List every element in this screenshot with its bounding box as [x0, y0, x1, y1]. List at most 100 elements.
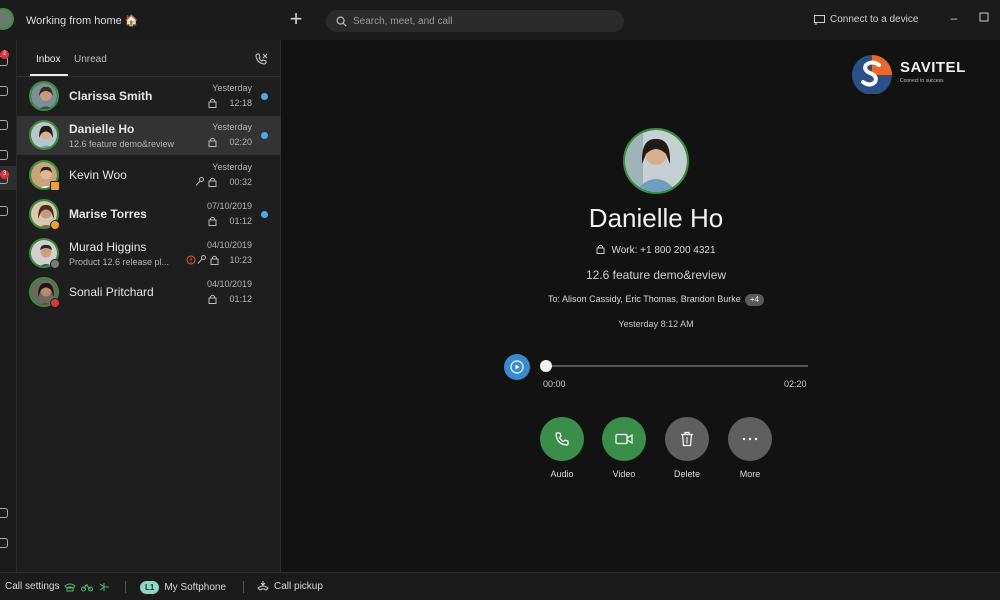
rail-help-icon[interactable]: [0, 538, 8, 548]
avatar: [29, 81, 59, 111]
title-bar: Working from home 🏠 + Connect to a devic…: [0, 0, 1000, 40]
lock-icon: [596, 244, 605, 254]
contact-name-heading: Danielle Ho: [588, 203, 724, 233]
rail-calling-icon[interactable]: [0, 150, 8, 160]
message-row-danielle-ho[interactable]: Danielle Ho 12.6 feature demo&review Yes…: [17, 116, 281, 155]
lock-icon: [208, 137, 217, 147]
presence-badge: [50, 298, 60, 308]
key-icon: [195, 177, 204, 186]
lock-icon: [208, 216, 217, 226]
lock-icon: [208, 98, 217, 108]
key-icon: [197, 255, 206, 264]
message-timestamp: Yesterday 8:12 AM: [618, 319, 694, 329]
more-recipients-badge[interactable]: +4: [744, 294, 764, 306]
phone-icon: [555, 432, 569, 446]
rail-teams-icon[interactable]: [0, 86, 8, 96]
trash-icon: [681, 431, 693, 447]
unread-indicator: [261, 93, 268, 100]
total-time: 02:20: [784, 379, 807, 389]
video-camera-icon: [615, 433, 633, 445]
contact-name: Marise Torres: [69, 207, 147, 221]
presence-badge: [50, 181, 60, 191]
call-settings-label: Call settings: [5, 581, 60, 592]
unread-indicator: [261, 211, 268, 218]
ellipsis-icon: [742, 437, 758, 441]
search-input[interactable]: [353, 15, 603, 27]
rail-contacts-icon[interactable]: [0, 120, 8, 130]
maximize-icon: [979, 12, 989, 22]
contact-work-number[interactable]: Work: +1 800 200 4321: [282, 244, 1000, 256]
navigation-rail: 2 3: [0, 40, 17, 572]
message-time: 01:12: [229, 294, 252, 304]
tab-active-underline: [30, 74, 68, 76]
message-time: 00:32: [229, 177, 252, 187]
presence-badge: [50, 259, 60, 269]
rail-settings-icon[interactable]: [0, 508, 8, 518]
work-number-text: Work: +1 800 200 4321: [611, 245, 716, 256]
status-bar: Call settings L1 My Softphone Call picku…: [0, 572, 1000, 600]
playback-scrubber[interactable]: [540, 360, 552, 372]
playback-track[interactable]: [546, 365, 808, 367]
message-row-murad-higgins[interactable]: Murad Higgins Product 12.6 release pl...…: [17, 234, 281, 273]
delete-label: Delete: [673, 469, 700, 479]
contact-name: Murad Higgins: [69, 240, 147, 254]
message-time: 01:12: [229, 216, 252, 226]
voicemail-list-panel: Inbox Unread Clarissa Smith Yesterday 12…: [17, 40, 281, 572]
softphone-label: My Softphone: [164, 582, 227, 593]
status-label[interactable]: Working from home 🏠: [26, 14, 139, 27]
message-row-kevin-woo[interactable]: Kevin Woo Yesterday 00:32: [17, 156, 281, 195]
call-pickup-button[interactable]: Call pickup: [257, 581, 323, 592]
elapsed-time: 00:00: [543, 379, 566, 389]
lock-icon: [210, 255, 219, 265]
user-avatar[interactable]: [0, 8, 14, 30]
logo-name: SAVITEL: [900, 59, 966, 76]
message-date: 07/10/2019: [206, 201, 252, 211]
tab-inbox[interactable]: Inbox: [36, 54, 60, 65]
connect-device-button[interactable]: Connect to a device: [814, 14, 918, 25]
search-icon: [336, 16, 347, 27]
minimize-button[interactable]: –: [948, 12, 960, 24]
recipients: To: Alison Cassidy, Eric Thomas, Brandon…: [282, 294, 1000, 306]
recipients-list: To: Alison Cassidy, Eric Thomas, Brandon…: [548, 294, 741, 304]
message-time: 02:20: [229, 137, 252, 147]
urgent-icon: [186, 255, 196, 265]
softphone-line-button[interactable]: L1 My Softphone: [140, 581, 226, 594]
maximize-button[interactable]: [978, 12, 990, 24]
lock-icon: [208, 294, 217, 304]
avatar: [29, 120, 59, 150]
rail-meetings-icon[interactable]: [0, 206, 8, 216]
rail-messages-badge: 2: [0, 50, 9, 59]
call-settings-button[interactable]: Call settings: [5, 581, 110, 592]
video-call-button[interactable]: [602, 417, 646, 461]
new-button[interactable]: +: [286, 8, 306, 30]
bicycle-icon: [81, 583, 94, 591]
message-row-sonali-pritchard[interactable]: Sonali Pritchard 04/10/2019 01:12: [17, 273, 281, 312]
line-badge: L1: [140, 581, 160, 594]
search-box[interactable]: [326, 10, 624, 32]
voicemail-call-icon[interactable]: [254, 53, 268, 65]
message-date: 04/10/2019: [206, 279, 252, 289]
message-row-marise-torres[interactable]: Marise Torres 07/10/2019 01:12: [17, 195, 281, 234]
delete-button[interactable]: [665, 417, 709, 461]
contact-name: Danielle Ho: [69, 122, 135, 136]
tab-unread[interactable]: Unread: [74, 54, 107, 65]
call-pickup-icon: [257, 581, 269, 591]
message-date: Yesterday: [212, 162, 252, 172]
separator: [125, 581, 126, 593]
contact-name: Clarissa Smith: [69, 89, 153, 103]
logo-tagline: Connect to success: [900, 78, 944, 84]
cast-icon: [814, 14, 825, 24]
audio-call-button[interactable]: [540, 417, 584, 461]
more-button[interactable]: [728, 417, 772, 461]
phone-settings-icon: [64, 583, 77, 591]
audio-label: Audio: [550, 469, 574, 479]
message-time: 12:18: [229, 98, 252, 108]
message-preview: 12.6 feature demo&review: [69, 139, 175, 149]
message-preview: Product 12.6 release pl...: [69, 257, 170, 267]
message-date: Yesterday: [212, 83, 252, 93]
presence-badge: [50, 220, 60, 230]
message-date: 04/10/2019: [206, 240, 252, 250]
play-button[interactable]: [504, 354, 530, 380]
message-row-clarissa-smith[interactable]: Clarissa Smith Yesterday 12:18: [17, 77, 281, 116]
message-subject: 12.6 feature demo&review: [585, 268, 727, 282]
